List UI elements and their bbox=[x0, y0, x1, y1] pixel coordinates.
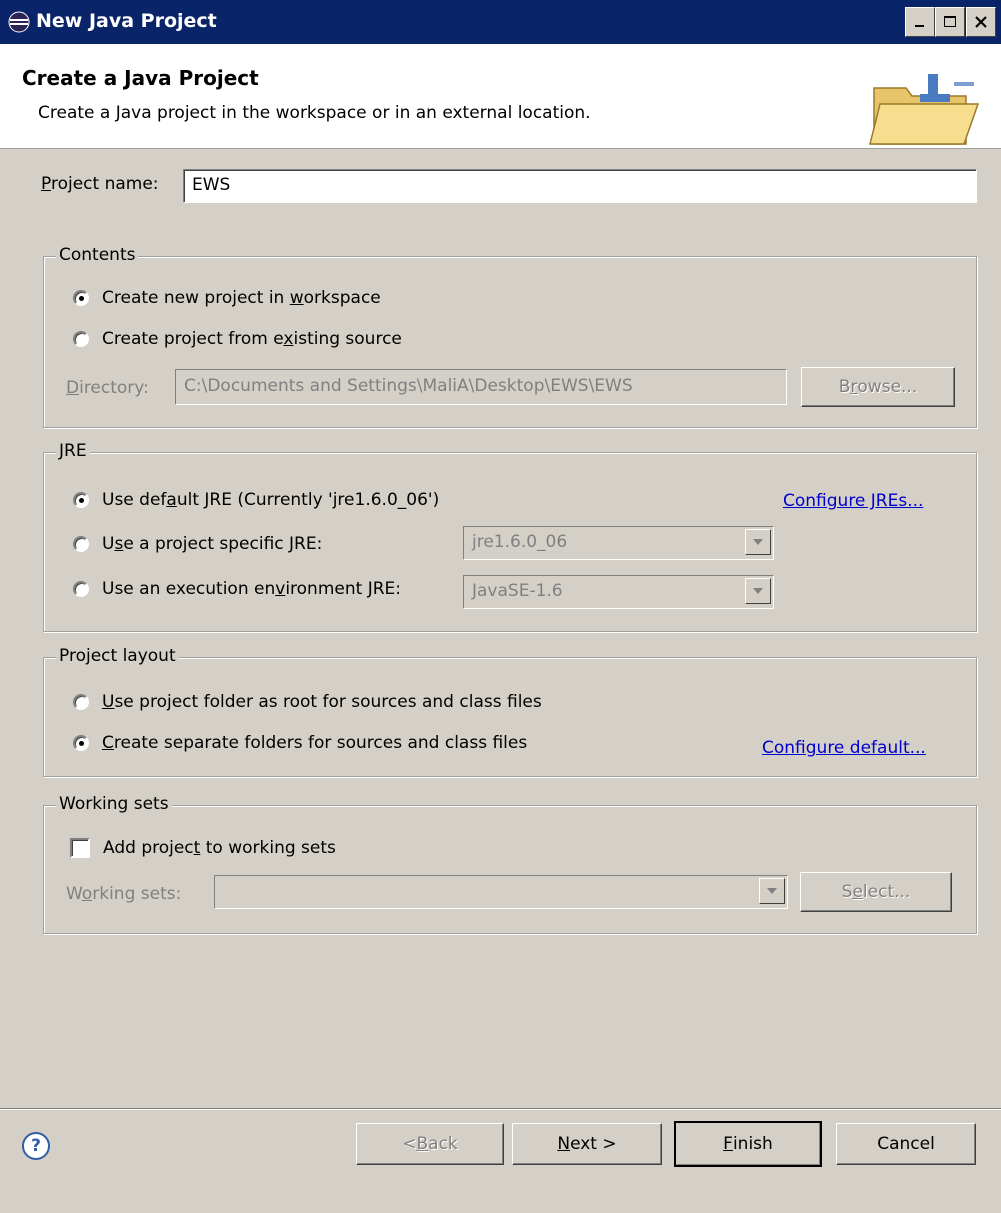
contents-legend: Contents bbox=[56, 245, 139, 265]
title-bar[interactable]: New Java Project bbox=[0, 0, 1001, 44]
radio-label: Use a project specific JRE: bbox=[102, 534, 323, 554]
radio-execution-env-jre[interactable]: Use an execution environment JRE: bbox=[73, 579, 401, 599]
radio-label: Use default JRE (Currently 'jre1.6.0_06'… bbox=[102, 490, 440, 510]
browse-button[interactable]: Br owse... bbox=[801, 367, 955, 407]
radio-project-folder-root[interactable]: Use project folder as root for sources a… bbox=[73, 692, 542, 712]
radio-label: Create separate folders for sources and … bbox=[102, 733, 528, 753]
select-button[interactable]: Se lect... bbox=[800, 872, 952, 912]
radio-button[interactable] bbox=[73, 536, 89, 552]
project-name-input[interactable]: EWS bbox=[183, 169, 977, 203]
radio-create-new-project[interactable]: Create new project in workspace bbox=[73, 288, 381, 308]
working-sets-group: Working sets bbox=[43, 794, 977, 934]
radio-default-jre[interactable]: Use default JRE (Currently 'jre1.6.0_06'… bbox=[73, 490, 439, 510]
working-sets-select[interactable] bbox=[214, 875, 788, 909]
checkbox-label: Add project to working sets bbox=[103, 838, 336, 858]
back-button[interactable]: < Back bbox=[356, 1123, 504, 1165]
dropdown-arrow-icon[interactable] bbox=[745, 529, 771, 555]
configure-jres-link[interactable]: Configure JREs... bbox=[783, 491, 923, 511]
project-layout-group: Project layout bbox=[43, 646, 977, 777]
eclipse-icon bbox=[8, 11, 30, 33]
minimize-icon bbox=[915, 25, 924, 27]
wizard-title: Create a Java Project bbox=[22, 66, 259, 90]
project-name-label: Project name: bbox=[41, 174, 159, 194]
project-layout-legend: Project layout bbox=[56, 646, 179, 666]
next-button[interactable]: Next > bbox=[512, 1123, 662, 1165]
directory-field[interactable]: C:\Documents and Settings\MaliA\Desktop\… bbox=[175, 369, 787, 405]
radio-separate-folders[interactable]: Create separate folders for sources and … bbox=[73, 733, 527, 753]
radio-button-selected[interactable] bbox=[73, 290, 89, 306]
radio-label: Create new project in workspace bbox=[102, 288, 381, 308]
radio-project-specific-jre[interactable]: Use a project specific JRE: bbox=[73, 534, 322, 554]
dropdown-arrow-icon[interactable] bbox=[759, 878, 785, 904]
execution-env-select[interactable]: JavaSE-1.6 bbox=[463, 575, 774, 609]
jre-legend: JRE bbox=[56, 441, 90, 461]
wizard-header: Create a Java Project Create a Java proj… bbox=[0, 44, 1001, 149]
checkbox-add-to-working-sets[interactable]: Add project to working sets bbox=[70, 838, 336, 858]
maximize-button[interactable] bbox=[935, 7, 965, 37]
footer-divider-highlight bbox=[0, 1109, 1001, 1110]
directory-label: Directory: bbox=[66, 378, 149, 398]
radio-label: Use project folder as root for sources a… bbox=[102, 692, 542, 712]
configure-default-link[interactable]: Configure default... bbox=[762, 738, 926, 758]
radio-label: Use an execution environment JRE: bbox=[102, 579, 401, 599]
help-icon[interactable]: ? bbox=[22, 1132, 50, 1160]
checkbox[interactable] bbox=[70, 838, 90, 858]
close-button[interactable] bbox=[966, 7, 996, 37]
working-sets-legend: Working sets bbox=[56, 794, 172, 814]
dialog-window: New Java Project Create a Java Project C… bbox=[0, 0, 1001, 1213]
radio-button[interactable] bbox=[73, 331, 89, 347]
minimize-button[interactable] bbox=[905, 7, 935, 37]
radio-button-selected[interactable] bbox=[73, 492, 89, 508]
close-icon bbox=[975, 16, 987, 28]
radio-button[interactable] bbox=[73, 581, 89, 597]
maximize-icon bbox=[944, 16, 956, 27]
radio-label: Create project from existing source bbox=[102, 329, 402, 349]
java-project-folder-icon bbox=[869, 74, 980, 145]
finish-button[interactable]: Finish bbox=[674, 1121, 822, 1167]
cancel-button[interactable]: Cancel bbox=[836, 1123, 976, 1165]
radio-button[interactable] bbox=[73, 694, 89, 710]
radio-create-from-existing[interactable]: Create project from existing source bbox=[73, 329, 402, 349]
specific-jre-select[interactable]: jre1.6.0_06 bbox=[463, 526, 774, 560]
working-sets-label: Working sets: bbox=[66, 884, 182, 904]
radio-button-selected[interactable] bbox=[73, 735, 89, 751]
wizard-description: Create a Java project in the workspace o… bbox=[38, 103, 591, 123]
dropdown-arrow-icon[interactable] bbox=[745, 578, 771, 604]
window-title: New Java Project bbox=[36, 10, 217, 32]
